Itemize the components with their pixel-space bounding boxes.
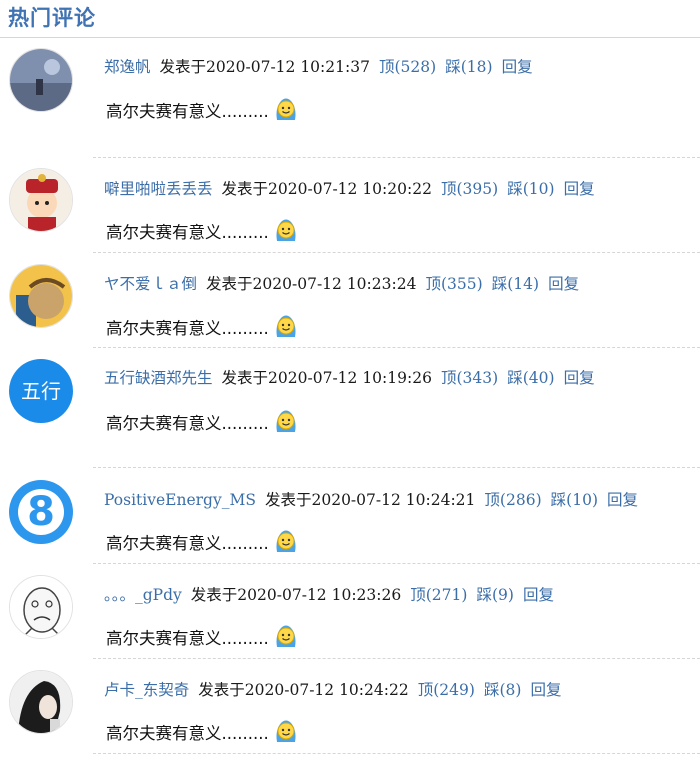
number-avatar[interactable]: 8 <box>9 480 73 544</box>
hot-comments-header: 热门评论 <box>0 0 700 38</box>
comment-author[interactable]: PositiveEnergy_MS <box>104 491 256 509</box>
reply-button[interactable]: 回复 <box>564 180 595 198</box>
avatar-text: 8 <box>27 489 55 535</box>
posted-label: 发表于 <box>159 58 207 76</box>
comment-author[interactable]: 郑逸帆 <box>104 58 151 76</box>
smiley-emoji-icon <box>273 217 299 247</box>
upvote-button[interactable]: 顶(395) <box>441 180 498 198</box>
smiley-emoji-icon <box>273 408 299 438</box>
reply-button[interactable]: 回复 <box>523 586 554 604</box>
comment-text: 高尔夫赛有意义......... <box>106 414 269 433</box>
upvote-button[interactable]: 顶(286) <box>484 491 541 509</box>
downvote-button[interactable]: 踩(40) <box>507 369 554 387</box>
comment-text: 高尔夫赛有意义......... <box>106 102 269 121</box>
comment-text: 高尔夫赛有意义......... <box>106 629 269 648</box>
posted-label: 发表于 <box>198 681 245 699</box>
downvote-button[interactable]: 踩(10) <box>507 180 554 198</box>
upvote-button[interactable]: 顶(355) <box>425 275 482 293</box>
cartoon-avatar[interactable] <box>9 264 73 328</box>
posted-label: 发表于 <box>221 369 269 387</box>
upvote-button[interactable]: 顶(271) <box>410 586 467 604</box>
comment-time: 2020-07-12 10:19:26 <box>268 369 432 387</box>
comment-time: 2020-07-12 10:24:22 <box>244 681 409 699</box>
comment-author[interactable]: 卢卡_东契奇 <box>104 681 189 699</box>
reply-button[interactable]: 回复 <box>502 58 533 76</box>
downvote-button[interactable]: 踩(18) <box>445 58 492 76</box>
comment-time: 2020-07-12 10:21:37 <box>206 58 370 76</box>
comment-text: 高尔夫赛有意义......... <box>106 319 269 338</box>
comment-divider <box>93 467 700 468</box>
downvote-button[interactable]: 踩(9) <box>476 586 514 604</box>
comment-divider <box>93 157 700 158</box>
comment-author[interactable]: 五行缺酒郑先生 <box>104 369 213 387</box>
comment-divider <box>93 753 700 754</box>
photo-avatar[interactable] <box>9 670 73 734</box>
upvote-button[interactable]: 顶(343) <box>441 369 498 387</box>
comment-author[interactable]: 。。。_gPdy <box>104 586 182 604</box>
downvote-button[interactable]: 踩(8) <box>484 681 522 699</box>
comment-divider <box>93 347 700 348</box>
section-title: 热门评论 <box>8 6 96 30</box>
comment-time: 2020-07-12 10:23:26 <box>237 586 402 604</box>
reply-button[interactable]: 回复 <box>548 275 579 293</box>
downvote-button[interactable]: 踩(14) <box>492 275 539 293</box>
comment-divider <box>93 658 700 659</box>
comment-time: 2020-07-12 10:24:21 <box>311 491 476 509</box>
posted-label: 发表于 <box>264 491 312 509</box>
reply-button[interactable]: 回复 <box>607 491 638 509</box>
posted-label: 发表于 <box>221 180 269 198</box>
smiley-emoji-icon <box>273 96 299 126</box>
comment-time: 2020-07-12 10:23:24 <box>252 275 417 293</box>
comment-divider <box>93 563 700 564</box>
meme-face-avatar[interactable] <box>9 575 73 639</box>
smiley-emoji-icon <box>273 623 299 653</box>
smiley-emoji-icon <box>273 313 299 343</box>
text-avatar[interactable]: 五行 <box>9 359 73 423</box>
comment-text: 高尔夫赛有意义......... <box>106 534 269 553</box>
upvote-button[interactable]: 顶(528) <box>379 58 436 76</box>
posted-label: 发表于 <box>206 275 253 293</box>
comment-author[interactable]: ヤ不爱ｌａ倒 <box>104 275 197 293</box>
comment-author[interactable]: 噼里啪啦丢丢丢 <box>104 180 213 198</box>
comment-time: 2020-07-12 10:20:22 <box>268 180 432 198</box>
reply-button[interactable]: 回复 <box>530 681 561 699</box>
landscape-avatar[interactable] <box>9 48 73 112</box>
downvote-button[interactable]: 踩(10) <box>551 491 598 509</box>
comment-divider <box>93 252 700 253</box>
smiley-emoji-icon <box>273 718 299 748</box>
comment-text: 高尔夫赛有意义......... <box>106 223 269 242</box>
reply-button[interactable]: 回复 <box>564 369 595 387</box>
comment-text: 高尔夫赛有意义......... <box>106 724 269 743</box>
upvote-button[interactable]: 顶(249) <box>418 681 475 699</box>
emperor-avatar[interactable] <box>9 168 73 232</box>
posted-label: 发表于 <box>190 586 238 604</box>
smiley-emoji-icon <box>273 528 299 558</box>
avatar-text: 五行 <box>21 379 61 403</box>
